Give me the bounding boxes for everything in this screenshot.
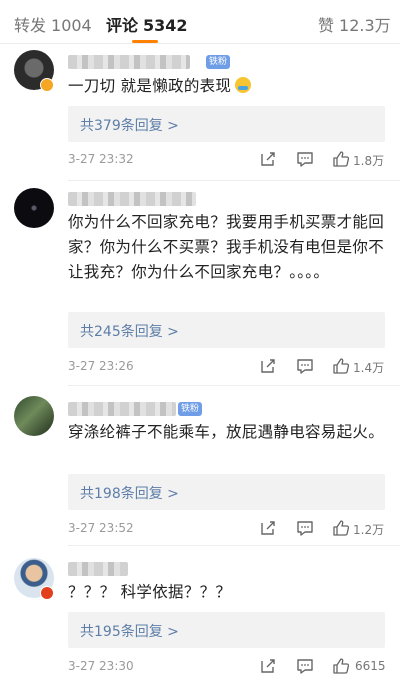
comment-timestamp: 3-27 23:30: [68, 659, 134, 673]
comment-icon[interactable]: [296, 519, 314, 537]
comment-text-content: 一刀切 就是懒政的表现: [68, 77, 232, 95]
like-icon[interactable]: [332, 150, 350, 168]
share-icon[interactable]: [259, 657, 277, 675]
comment-text: ？？？ 科学依据？？？: [68, 583, 232, 601]
comment-timestamp: 3-27 23:26: [68, 359, 134, 373]
like-count: 1.2万: [353, 523, 385, 537]
tab-repost-label: 转发: [14, 16, 47, 35]
star-badge-icon: [40, 586, 54, 600]
tab-likes-count: 12.3万: [339, 16, 391, 35]
comment-text: 你为什么不回家充电？我要用手机买票才能回家？你为什么不买票？我手机没有电但是你不…: [68, 213, 385, 281]
like-icon[interactable]: [332, 357, 350, 375]
tab-repost-count: 1004: [51, 16, 92, 35]
like-count: 1.8万: [353, 154, 385, 168]
comment-icon[interactable]: [296, 657, 314, 675]
divider: [68, 180, 400, 181]
tab-comments-label: 评论: [106, 16, 139, 35]
username-blurred[interactable]: [68, 55, 190, 69]
reply-count-button[interactable]: 共245条回复 >: [68, 312, 385, 348]
avatar[interactable]: [14, 396, 54, 436]
verified-badge-icon: [40, 78, 54, 92]
tab-likes[interactable]: 赞 12.3万: [318, 12, 391, 36]
reply-count-button[interactable]: 共379条回复 >: [68, 106, 385, 142]
active-tab-indicator: [132, 40, 158, 43]
comment-icon[interactable]: [296, 357, 314, 375]
tab-comments-count: 5342: [143, 16, 188, 35]
comment-text: 穿涤纶裤子不能乘车，放屁遇静电容易起火。: [68, 423, 385, 441]
like-icon[interactable]: [332, 657, 350, 675]
like-count: 1.4万: [353, 361, 385, 375]
fan-badge: 铁粉: [206, 55, 231, 69]
divider: [68, 385, 400, 386]
comment-timestamp: 3-27 23:52: [68, 521, 134, 535]
reply-count-label: 共195条回复 >: [80, 624, 179, 640]
tab-bar: 转发 1004 评论 5342 赞 12.3万: [0, 0, 400, 44]
like-count: 6615: [355, 659, 386, 673]
smiling-face-icon: [235, 77, 252, 93]
tab-comments[interactable]: 评论 5342: [106, 12, 188, 36]
fan-badge: 铁粉: [178, 402, 203, 416]
comment-text: 一刀切 就是懒政的表现: [68, 74, 388, 99]
share-icon[interactable]: [259, 357, 277, 375]
username-blurred[interactable]: [68, 192, 196, 206]
divider: [68, 545, 400, 546]
avatar[interactable]: [14, 188, 54, 228]
reply-count-label: 共198条回复 >: [80, 486, 179, 502]
like-icon[interactable]: [332, 519, 350, 537]
share-icon[interactable]: [259, 150, 277, 168]
reply-count-label: 共245条回复 >: [80, 324, 179, 340]
username-blurred[interactable]: [68, 402, 176, 416]
comment-timestamp: 3-27 23:32: [68, 152, 134, 166]
reply-count-label: 共379条回复 >: [80, 118, 179, 134]
comment-icon[interactable]: [296, 150, 314, 168]
share-icon[interactable]: [259, 519, 277, 537]
username-blurred[interactable]: [68, 562, 128, 576]
reply-count-button[interactable]: 共195条回复 >: [68, 612, 385, 648]
tab-repost[interactable]: 转发 1004: [14, 12, 92, 36]
tab-likes-label: 赞: [318, 16, 335, 35]
reply-count-button[interactable]: 共198条回复 >: [68, 474, 385, 510]
